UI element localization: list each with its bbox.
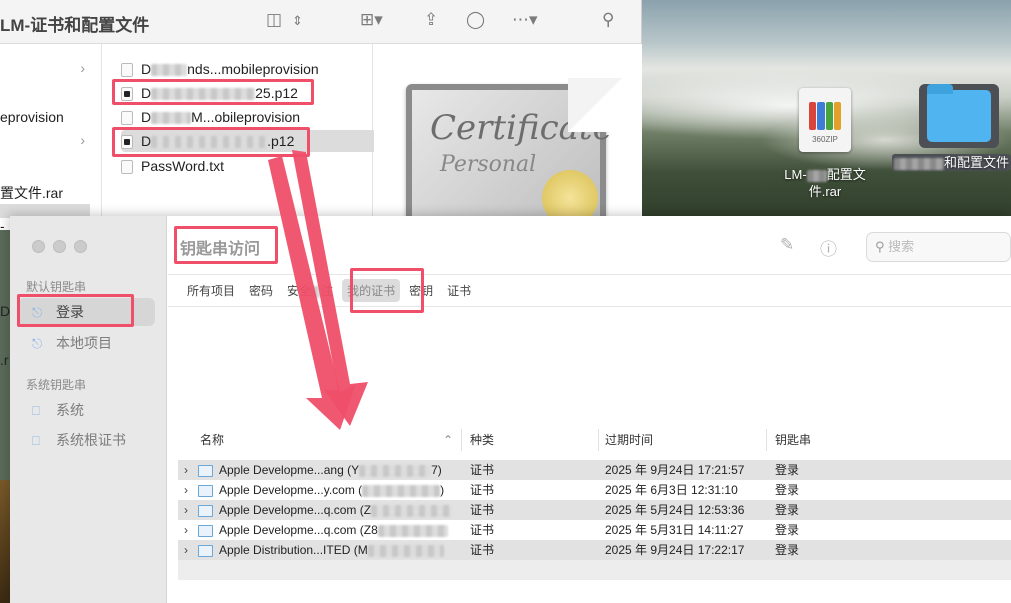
zip-archive-icon: 360ZIP (799, 88, 851, 152)
search-icon[interactable]: ⚲ (602, 10, 614, 30)
file-row[interactable]: D M...obileprovision (121, 106, 371, 128)
preview-column: Certificate Personal (374, 44, 642, 234)
desktop-folder[interactable]: 和配置文件 (892, 84, 1011, 171)
chevron-updown-icon[interactable]: ⇕ (292, 13, 303, 29)
sidebar-item-local[interactable]: ⎋ 本地项目 (18, 329, 155, 357)
certificate-icon (198, 464, 213, 477)
share-icon[interactable]: ⇪ (424, 10, 438, 30)
close-button[interactable] (32, 240, 45, 253)
sidebar-item-system-roots[interactable]: ⎕ 系统根证书 (18, 426, 155, 454)
zip-label-b: 配置文 (826, 167, 866, 182)
disclosure-icon[interactable]: › (184, 520, 198, 540)
certificate-icon (198, 504, 213, 517)
sidebar-section-system: 系统钥匙串 (26, 378, 87, 392)
table-row[interactable]: › Apple Developme...q.com (Z 证书 2025 年 5月… (178, 500, 1011, 520)
category-tabs: 所有项目 密码 安全注 我的证书 密钥 证书 (168, 274, 1011, 307)
table-header: 名称 ⌃ 种类 过期时间 钥匙串 (178, 429, 1011, 451)
col1-item[interactable]: 置文件.rar (0, 183, 63, 203)
disclosure-icon[interactable]: › (184, 480, 198, 500)
certificate-preview-icon: Certificate Personal (406, 78, 622, 234)
chevron-right-icon: › (80, 60, 85, 76)
table-empty-row (178, 560, 1011, 580)
disclosure-icon[interactable]: › (184, 500, 198, 520)
finder-toolbar: LM-证书和配置文件 ◫ ⇕ ⊞▾ ⇪ ◯ ⋯▾ ⚲ (0, 0, 641, 44)
txt-file-icon (121, 160, 133, 175)
certificate-icon (198, 484, 213, 497)
search-icon: ⚲ (875, 239, 885, 254)
desktop-zip-file[interactable]: 360ZIP LM- 配置文 件.rar (770, 88, 880, 200)
table-row[interactable]: › Apple Developme...y.com () 证书 2025 年 6月… (178, 480, 1011, 500)
tab-all-items[interactable]: 所有项目 (182, 279, 240, 302)
lock-icon: ⎕ (32, 433, 40, 448)
provision-file-icon (121, 111, 133, 126)
keychain-sidebar: 默认钥匙串 ⎋ 登录 ⎋ 本地项目 系统钥匙串 ⎕ 系统 ⎕ 系统根证书 (10, 216, 167, 603)
column-name[interactable]: 名称 ⌃ (178, 429, 462, 451)
certificate-icon (198, 544, 213, 557)
annotation-box-p12-file-1 (112, 79, 314, 105)
column-view-icon[interactable]: ◫ (266, 10, 282, 30)
folder-label: 和配置文件 (944, 155, 1010, 170)
table-row[interactable]: › Apple Distribution...ITED (M 证书 2025 年 … (178, 540, 1011, 560)
annotation-box-login (17, 294, 134, 327)
annotation-box-my-certificates (350, 268, 424, 313)
minimize-button[interactable] (53, 240, 66, 253)
keychain-header: 钥匙串访问 ✎ ⓘ ⚲ 搜索 (168, 216, 1011, 274)
keychain-window: 默认钥匙串 ⎋ 登录 ⎋ 本地项目 系统钥匙串 ⎕ 系统 ⎕ 系统根证书 钥匙串访问 ✎… (10, 216, 1011, 603)
grid-group-icon[interactable]: ⊞▾ (360, 10, 383, 30)
column-keychain[interactable]: 钥匙串 (767, 429, 1011, 451)
column-kind[interactable]: 种类 (462, 429, 599, 451)
provision-file-icon (121, 63, 133, 78)
window-controls[interactable] (32, 240, 87, 253)
zip-label-c: 件.rar (808, 184, 842, 199)
col1-item[interactable]: eprovision (0, 109, 64, 125)
disclosure-icon[interactable]: › (184, 540, 198, 560)
certificate-icon (198, 524, 213, 537)
window-title: LM-证书和配置文件 (0, 16, 150, 35)
tag-icon[interactable]: ◯ (466, 10, 485, 30)
unlock-icon: ⎋ (32, 336, 43, 351)
annotation-box-p12-file-2 (112, 127, 310, 157)
background-image-strip (0, 480, 10, 603)
zoom-button[interactable] (74, 240, 87, 253)
sidebar-item-system[interactable]: ⎕ 系统 (18, 396, 155, 424)
column-expires[interactable]: 过期时间 (599, 429, 767, 451)
table-row[interactable]: › Apple Developme...q.com (Z8 证书 2025 年 5… (178, 520, 1011, 540)
search-input[interactable]: ⚲ 搜索 (866, 232, 1011, 262)
disclosure-icon[interactable]: › (184, 460, 198, 480)
lock-icon: ⎕ (32, 403, 40, 418)
chevron-right-icon: › (80, 132, 85, 148)
tab-passwords[interactable]: 密码 (244, 279, 278, 302)
folder-icon (927, 84, 991, 142)
more-actions-icon[interactable]: ⋯▾ (512, 10, 538, 30)
finder-column-1: › eprovision › 置文件.rar (0, 44, 102, 230)
certificate-table: › Apple Developme...ang (Y 7) 证书 2025 年 9月… (178, 460, 1011, 580)
table-row[interactable]: › Apple Developme...ang (Y 7) 证书 2025 年 9月… (178, 460, 1011, 480)
file-row[interactable]: Dnds...mobileprovision (121, 58, 371, 80)
keychain-main: 钥匙串访问 ✎ ⓘ ⚲ 搜索 所有项目 密码 安全注 我的证书 密钥 证书 名称… (168, 216, 1011, 603)
finder-window: LM-证书和配置文件 ◫ ⇕ ⊞▾ ⇪ ◯ ⋯▾ ⚲ › eprovision … (0, 0, 642, 234)
file-row[interactable]: PassWord.txt (121, 155, 371, 177)
sort-up-icon: ⌃ (442, 433, 453, 447)
tab-secure-notes[interactable]: 安全注 (282, 279, 338, 302)
search-placeholder: 搜索 (888, 239, 915, 254)
compose-icon[interactable]: ✎ (780, 235, 794, 255)
zip-label-a: LM- (784, 167, 807, 182)
sidebar-section-default: 默认钥匙串 (26, 280, 87, 294)
tab-certificates[interactable]: 证书 (442, 279, 476, 302)
annotation-box-keychain-title (174, 226, 278, 264)
info-icon[interactable]: ⓘ (820, 235, 837, 260)
